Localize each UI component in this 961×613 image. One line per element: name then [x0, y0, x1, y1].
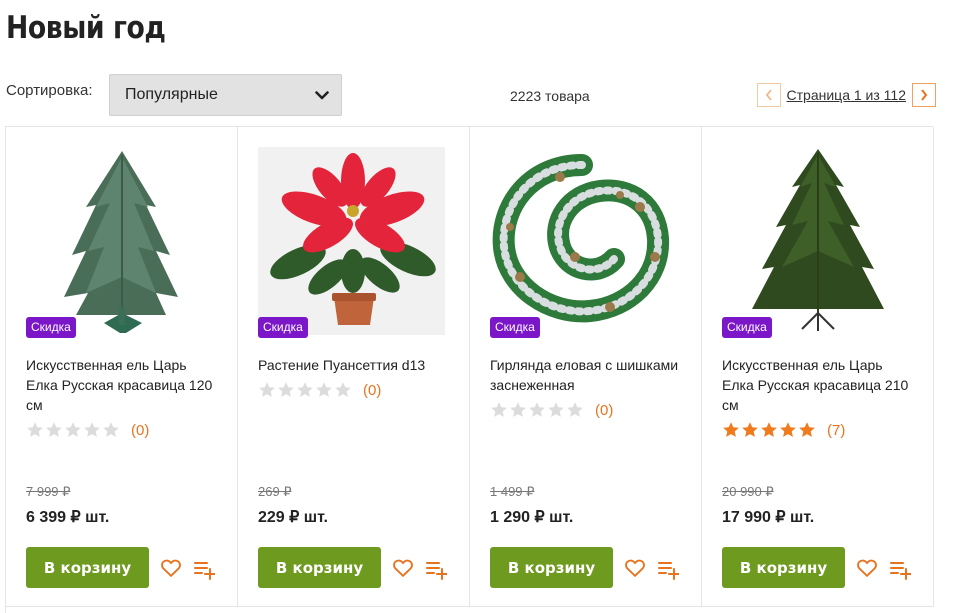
star-icon [779, 421, 797, 439]
star-rating [490, 401, 584, 419]
sort-select[interactable]: Популярные [109, 74, 342, 116]
star-icon [741, 421, 759, 439]
chevron-right-icon [921, 89, 928, 101]
add-to-list-icon[interactable] [657, 558, 680, 580]
product-card: Скидка Гирлянда еловая с шишками заснеже… [470, 127, 702, 607]
star-icon [258, 381, 276, 399]
heart-icon[interactable] [624, 557, 646, 579]
add-to-cart-button[interactable]: В корзину [26, 547, 149, 588]
poinsettia-plant-image [258, 147, 445, 335]
star-icon [528, 401, 546, 419]
product-title[interactable]: Гирлянда еловая с шишками заснеженная [490, 355, 685, 395]
product-image[interactable] [26, 147, 213, 335]
current-price: 6 399 ₽ шт. [26, 509, 110, 526]
product-image[interactable] [722, 147, 909, 335]
star-icon [315, 381, 333, 399]
discount-badge: Скидка [258, 317, 308, 338]
product-card: Скидка Искусственная ель Царь Елка Русск… [6, 127, 238, 607]
catalog-toolbar: Сортировка: Популярные 2223 товара Стран… [6, 74, 936, 116]
star-icon [798, 421, 816, 439]
star-icon [296, 381, 314, 399]
star-icon [722, 421, 740, 439]
product-image[interactable] [490, 147, 677, 335]
star-rating [258, 381, 352, 399]
chevron-left-icon [765, 89, 772, 101]
review-count-link[interactable]: (0) [363, 382, 381, 399]
discount-badge: Скидка [26, 317, 76, 338]
old-price: 269 ₽ [258, 484, 292, 499]
product-title[interactable]: Искусственная ель Царь Елка Русская крас… [722, 355, 917, 415]
heart-icon[interactable] [160, 557, 182, 579]
product-card: Скидка Искусственная ель Царь Елка Русск… [702, 127, 934, 607]
product-title[interactable]: Растение Пуансеттия d13 [258, 355, 453, 375]
star-rating [26, 421, 120, 439]
product-image[interactable] [258, 147, 445, 335]
star-icon [26, 421, 44, 439]
sort-selected-value: Популярные [125, 86, 218, 103]
star-icon [509, 401, 527, 419]
star-icon [64, 421, 82, 439]
star-icon [566, 401, 584, 419]
heart-icon[interactable] [392, 557, 414, 579]
add-to-list-icon[interactable] [425, 558, 448, 580]
old-price: 20 990 ₽ [722, 484, 774, 499]
artificial-fir-tree-image [26, 147, 213, 335]
current-price: 1 290 ₽ шт. [490, 509, 574, 526]
star-icon [490, 401, 508, 419]
star-icon [547, 401, 565, 419]
review-count-link[interactable]: (0) [131, 422, 149, 439]
product-count: 2223 товара [510, 88, 590, 104]
add-to-cart-button[interactable]: В корзину [258, 547, 381, 588]
pagination: Страница 1 из 112 [756, 83, 936, 107]
add-to-list-icon[interactable] [193, 558, 216, 580]
star-icon [760, 421, 778, 439]
sort-label: Сортировка: [6, 82, 93, 99]
current-price: 229 ₽ шт. [258, 509, 328, 526]
artificial-fir-tree-large-image [722, 147, 909, 335]
chevron-down-icon [315, 88, 329, 102]
page-title: Новый год [6, 10, 166, 46]
next-page-button[interactable] [912, 83, 936, 107]
product-rating: (0) [490, 401, 613, 419]
star-icon [45, 421, 63, 439]
star-icon [334, 381, 352, 399]
product-rating: (7) [722, 421, 845, 439]
product-title[interactable]: Искусственная ель Царь Елка Русская крас… [26, 355, 221, 415]
star-icon [83, 421, 101, 439]
current-price: 17 990 ₽ шт. [722, 509, 815, 526]
snowy-garland-image [490, 147, 677, 335]
star-rating [722, 421, 816, 439]
old-price: 1 499 ₽ [490, 484, 535, 499]
product-rating: (0) [26, 421, 149, 439]
discount-badge: Скидка [722, 317, 772, 338]
old-price: 7 999 ₽ [26, 484, 71, 499]
heart-icon[interactable] [856, 557, 878, 579]
page-indicator-link[interactable]: Страница 1 из 112 [787, 87, 906, 103]
star-icon [102, 421, 120, 439]
add-to-cart-button[interactable]: В корзину [490, 547, 613, 588]
review-count-link[interactable]: (0) [595, 402, 613, 419]
product-grid: Скидка Искусственная ель Царь Елка Русск… [5, 126, 934, 613]
add-to-cart-button[interactable]: В корзину [722, 547, 845, 588]
prev-page-button[interactable] [756, 83, 781, 107]
discount-badge: Скидка [490, 317, 540, 338]
review-count-link[interactable]: (7) [827, 422, 845, 439]
product-rating: (0) [258, 381, 381, 399]
product-card: Скидка Растение Пуансеттия d13 (0) 269 ₽… [238, 127, 470, 607]
star-icon [277, 381, 295, 399]
add-to-list-icon[interactable] [889, 558, 912, 580]
